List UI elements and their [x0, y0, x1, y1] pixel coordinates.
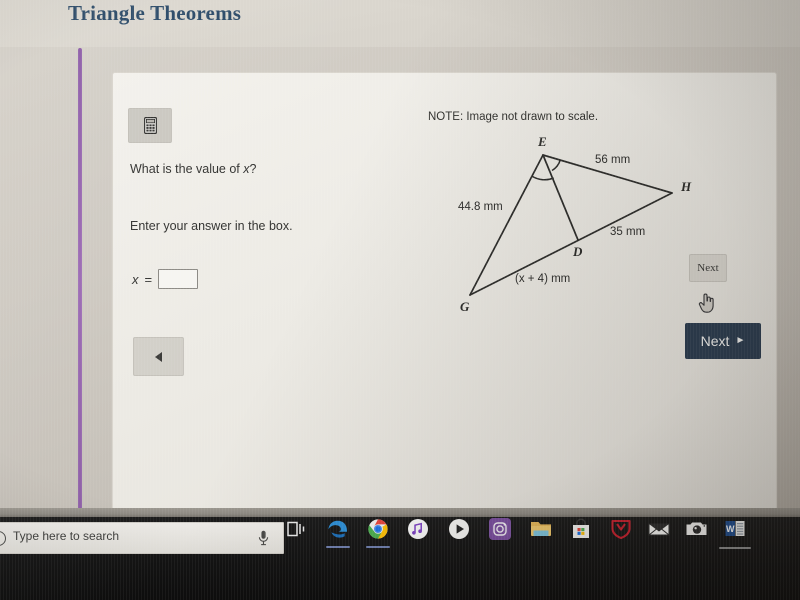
- edge-icon: [328, 520, 347, 538]
- triangle-left-icon: [155, 351, 162, 362]
- vertex-label-H: H: [680, 179, 692, 194]
- measure-label-DH: 35 mm: [610, 226, 645, 238]
- question-instruction: Enter your answer in the box.: [130, 219, 293, 233]
- file-explorer-icon: [531, 522, 551, 536]
- segment-ED: [542, 154, 579, 241]
- mail-icon: [648, 523, 670, 536]
- measure-label-EH: 56 mm: [595, 154, 630, 166]
- vertex-label-E: E: [537, 134, 547, 149]
- taskbar-item-camera[interactable]: [684, 516, 710, 542]
- question-prompt-post: ?: [249, 162, 257, 176]
- triangle-figure: E H D G 56 mm 44.8 mm 35 mm (x + 4) mm: [440, 125, 710, 315]
- next-small-button[interactable]: Next: [689, 254, 727, 282]
- taskbar-item-file-explorer[interactable]: [528, 516, 554, 542]
- calculator-button[interactable]: [128, 108, 172, 143]
- taskbar-running-indicator-word: [719, 547, 751, 549]
- angle-arc-DEH: [551, 159, 561, 172]
- pointing-hand-cursor: [698, 293, 714, 313]
- camera-icon: [686, 522, 707, 535]
- figure-note: NOTE: Image not drawn to scale.: [428, 111, 599, 123]
- mcafee-icon: [611, 519, 631, 540]
- media-player-icon: [449, 519, 469, 539]
- search-placeholder-text: Type here to search: [13, 529, 120, 543]
- page-title: Triangle Theorems: [68, 1, 242, 25]
- question-prompt-pre: What is the value of: [130, 162, 244, 176]
- taskbar-item-mcafee[interactable]: [608, 516, 634, 542]
- microsoft-store-icon: [573, 518, 589, 538]
- search-icon: [0, 531, 6, 546]
- taskbar-item-itunes[interactable]: [405, 516, 431, 542]
- taskbar-item-mail[interactable]: [646, 516, 672, 542]
- back-button[interactable]: [133, 337, 184, 376]
- measure-label-GE: 44.8 mm: [458, 201, 503, 213]
- taskbar-item-edge[interactable]: [325, 516, 351, 542]
- question-prompt: What is the value of x?: [130, 162, 256, 176]
- sidebar-accent-rail: [78, 48, 82, 515]
- instagram-icon: [489, 518, 511, 540]
- answer-row: x =: [132, 269, 199, 289]
- itunes-icon: [408, 519, 428, 539]
- taskbar-item-microsoft-store[interactable]: [568, 516, 594, 542]
- next-button-label: Next: [700, 333, 730, 349]
- calculator-icon: [143, 117, 157, 134]
- triangle-right-icon: ►: [735, 335, 746, 346]
- app-backdrop: Triangle Theorems What is the value of x…: [0, 0, 800, 519]
- taskbar-running-indicator-chrome: [366, 546, 390, 548]
- taskbar-search-box[interactable]: Type here to search: [0, 522, 284, 554]
- next-button[interactable]: Next ►: [685, 323, 761, 359]
- chrome-icon: [368, 519, 388, 539]
- word-icon: W: [725, 521, 745, 536]
- measure-label-GD: (x + 4) mm: [515, 273, 570, 285]
- taskbar-item-word[interactable]: W: [722, 516, 748, 542]
- vertex-label-G: G: [460, 299, 470, 314]
- microphone-icon[interactable]: [258, 530, 269, 546]
- taskbar-item-media-player[interactable]: [446, 516, 472, 542]
- taskbar-item-instagram[interactable]: [487, 516, 513, 542]
- answer-variable-label: x: [132, 271, 139, 287]
- answer-input[interactable]: [158, 269, 199, 289]
- taskbar-item-task-view[interactable]: [283, 516, 309, 542]
- task-view-icon: [287, 521, 305, 537]
- taskbar-running-indicator-edge: [326, 546, 350, 548]
- equals-sign: =: [144, 271, 153, 287]
- vertex-label-D: D: [572, 244, 583, 259]
- svg-text:W: W: [726, 524, 735, 534]
- taskbar-item-chrome[interactable]: [365, 516, 391, 542]
- angle-arc-GED: [532, 175, 554, 181]
- photographed-screen: Triangle Theorems What is the value of x…: [0, 0, 800, 600]
